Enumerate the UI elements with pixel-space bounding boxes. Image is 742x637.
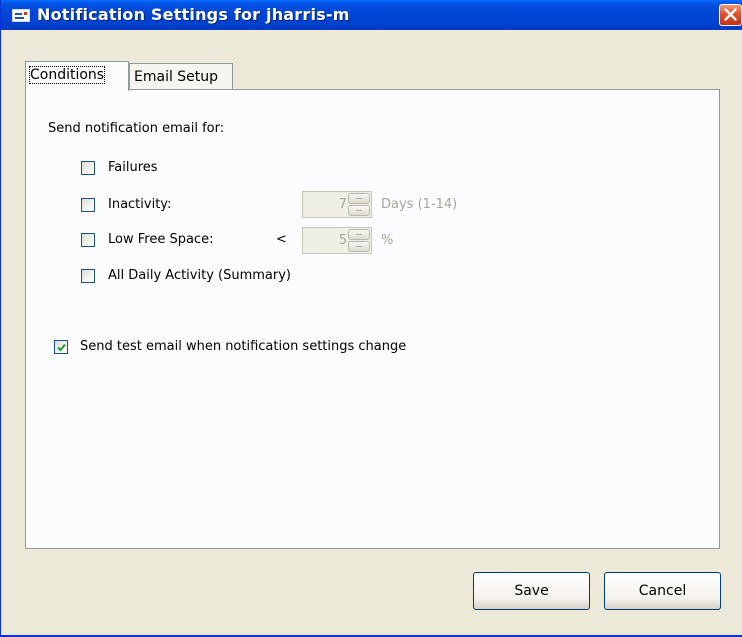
checkmark-icon: [57, 343, 66, 352]
test-email-checkbox[interactable]: [54, 340, 68, 354]
inactivity-unit-label: Days (1-14): [381, 197, 458, 212]
title-bar[interactable]: Notification Settings for jharris-m: [1, 0, 742, 30]
tab-conditions-label: Conditions: [28, 66, 106, 84]
save-button[interactable]: Save: [473, 572, 590, 610]
tab-email-setup[interactable]: Email Setup: [129, 63, 233, 90]
low-free-space-label: Low Free Space:: [108, 232, 214, 247]
low-free-space-spin-down-button[interactable]: [348, 241, 370, 252]
close-button[interactable]: [719, 4, 742, 26]
inactivity-label: Inactivity:: [108, 197, 172, 212]
low-free-space-spinner[interactable]: 5: [302, 227, 372, 254]
low-free-space-spin-up-button[interactable]: [348, 229, 370, 240]
failures-checkbox[interactable]: [81, 161, 95, 175]
low-free-space-unit-label: %: [381, 233, 394, 248]
inactivity-spin-down-button[interactable]: [348, 205, 370, 216]
inactivity-checkbox[interactable]: [81, 198, 95, 212]
low-free-space-comparator: <: [276, 232, 287, 247]
notification-window-icon: [12, 9, 30, 22]
tab-conditions[interactable]: Conditions: [25, 61, 129, 91]
conditions-panel: Send notification email for: Failures In…: [25, 89, 720, 549]
inactivity-days-value: 7: [338, 197, 347, 212]
daily-activity-label: All Daily Activity (Summary): [108, 268, 291, 283]
tab-email-setup-label: Email Setup: [134, 69, 219, 85]
cancel-button[interactable]: Cancel: [604, 572, 721, 610]
section-label: Send notification email for:: [48, 121, 225, 136]
failures-label: Failures: [108, 160, 158, 175]
close-icon: [724, 8, 737, 21]
low-free-space-value: 5: [338, 233, 347, 248]
window-title: Notification Settings for jharris-m: [37, 5, 350, 24]
low-free-space-checkbox[interactable]: [81, 233, 95, 247]
inactivity-days-spinner[interactable]: 7: [302, 191, 372, 218]
daily-activity-checkbox[interactable]: [81, 269, 95, 283]
inactivity-spin-up-button[interactable]: [348, 193, 370, 204]
dialog-window: Notification Settings for jharris-m Cond…: [0, 0, 742, 637]
test-email-label: Send test email when notification settin…: [80, 339, 407, 354]
